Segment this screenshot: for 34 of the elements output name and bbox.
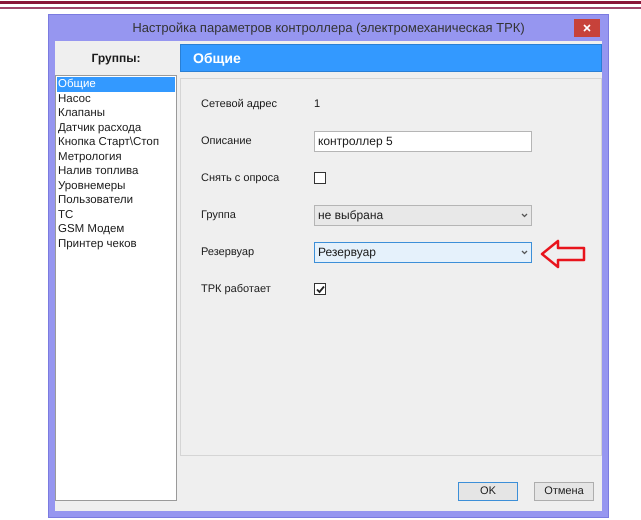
groups-heading: Группы:: [92, 50, 140, 67]
check-icon: [316, 284, 324, 294]
chevron-icon: [521, 212, 528, 218]
group-item[interactable]: Пользователи: [57, 193, 175, 208]
dialog-button[interactable]: Отмена: [534, 482, 594, 501]
input-field[interactable]: контроллер 5: [314, 130, 532, 152]
group-item[interactable]: Уровнемеры: [57, 178, 175, 193]
dropdown[interactable]: Резервуар: [314, 242, 532, 262]
dialog-button[interactable]: OK: [458, 482, 518, 501]
group-item[interactable]: Метрология: [57, 150, 175, 164]
field-label: Описание: [201, 134, 253, 149]
checkbox[interactable]: [314, 172, 326, 184]
group-item[interactable]: Принтер чеков: [57, 236, 175, 251]
field-label: Группа: [201, 208, 237, 223]
field-label: Резервуар: [201, 244, 256, 260]
group-item[interactable]: ТС: [57, 208, 175, 222]
window-title: Настройка параметров контроллера (электромеханическая ТРК): [132, 19, 525, 38]
group-item[interactable]: Клапаны: [57, 106, 175, 120]
arrow-icon: [540, 239, 586, 269]
close-button[interactable]: [574, 19, 600, 37]
field-label: ТРК работает: [201, 282, 272, 297]
group-item[interactable]: Насос: [57, 92, 175, 106]
field-label: Снять с опроса: [201, 170, 280, 186]
checkbox[interactable]: [314, 283, 326, 295]
group-item[interactable]: Датчик расхода: [57, 120, 175, 135]
group-item[interactable]: Налив топлива: [57, 164, 175, 178]
close-icon: [583, 24, 591, 32]
field-value: 1: [314, 96, 320, 112]
group-item[interactable]: Кнопка Старт\Стоп: [57, 135, 175, 150]
field-label: Сетевой адрес: [201, 96, 278, 112]
chevron-icon: [521, 250, 528, 254]
section-title: Общие: [193, 48, 241, 68]
group-item[interactable]: GSM Модем: [57, 222, 175, 236]
dropdown[interactable]: не выбрана: [314, 204, 532, 226]
